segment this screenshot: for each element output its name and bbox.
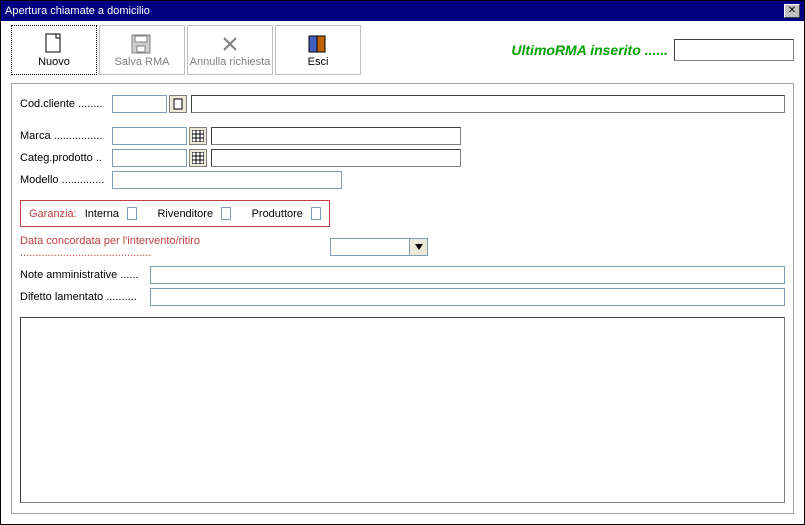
- date-input[interactable]: [330, 238, 410, 256]
- grid-icon: [192, 152, 204, 164]
- categ-input[interactable]: [112, 149, 187, 167]
- salva-rma-label: Salva RMA: [114, 56, 169, 68]
- titlebar: Apertura chiamate a domicilio ✕: [1, 1, 804, 21]
- marca-lookup-button[interactable]: [189, 127, 207, 145]
- row-difetto: Difetto lamentato ..........: [20, 287, 785, 307]
- garanzia-produttore-checkbox[interactable]: [311, 207, 321, 220]
- save-icon: [130, 32, 154, 56]
- row-marca: Marca ................: [20, 126, 785, 146]
- details-textarea[interactable]: [20, 317, 785, 503]
- cod-cliente-lookup-button[interactable]: [169, 95, 187, 113]
- main-window: Apertura chiamate a domicilio ✕ Nuovo Sa…: [0, 0, 805, 525]
- row-categ: Categ.prodotto ..: [20, 148, 785, 168]
- row-modello: Modello ..............: [20, 170, 785, 190]
- marca-desc: [211, 127, 461, 145]
- date-label: Data concordata per l'intervento/ritiro …: [20, 235, 330, 259]
- annulla-label: Annulla richiesta: [190, 56, 271, 68]
- modello-label: Modello ..............: [20, 174, 112, 186]
- close-icon: ✕: [788, 5, 796, 16]
- marca-label: Marca ................: [20, 130, 112, 142]
- categ-desc: [211, 149, 461, 167]
- garanzia-interna-label: Interna: [85, 208, 119, 220]
- nuovo-button[interactable]: Nuovo: [11, 25, 97, 75]
- ultimo-rma-value: [674, 39, 794, 61]
- note-amm-input[interactable]: [150, 266, 785, 284]
- note-amm-label: Note amministrative ......: [20, 269, 150, 281]
- esci-label: Esci: [308, 56, 329, 68]
- cod-cliente-desc: [191, 95, 785, 113]
- grid-icon: [192, 130, 204, 142]
- garanzia-interna-checkbox[interactable]: [127, 207, 137, 220]
- cancel-icon: [218, 32, 242, 56]
- row-cod-cliente: Cod.cliente ........: [20, 94, 785, 114]
- modello-input[interactable]: [112, 171, 342, 189]
- content-frame: Cod.cliente ........ Marca .............…: [11, 83, 794, 514]
- close-button[interactable]: ✕: [784, 4, 800, 18]
- nuovo-label: Nuovo: [38, 56, 70, 68]
- ultimo-rma-label: UltimoRMA inserito ......: [511, 42, 668, 58]
- document-icon: [173, 98, 183, 110]
- toolbar: Nuovo Salva RMA Annulla richiesta Esci U…: [1, 21, 804, 79]
- garanzia-produttore-label: Produttore: [252, 208, 303, 220]
- esci-button[interactable]: Esci: [275, 25, 361, 75]
- date-dropdown-button[interactable]: [410, 238, 428, 256]
- categ-lookup-button[interactable]: [189, 149, 207, 167]
- window-title: Apertura chiamate a domicilio: [5, 1, 150, 21]
- garanzia-rivenditore-label: Rivenditore: [157, 208, 213, 220]
- annulla-richiesta-button[interactable]: Annulla richiesta: [187, 25, 273, 75]
- salva-rma-button[interactable]: Salva RMA: [99, 25, 185, 75]
- difetto-label: Difetto lamentato ..........: [20, 291, 150, 303]
- cod-cliente-input[interactable]: [112, 95, 167, 113]
- categ-label: Categ.prodotto ..: [20, 152, 112, 164]
- new-document-icon: [42, 32, 66, 56]
- row-note-amm: Note amministrative ......: [20, 265, 785, 285]
- difetto-input[interactable]: [150, 288, 785, 306]
- marca-input[interactable]: [112, 127, 187, 145]
- garanzia-rivenditore-checkbox[interactable]: [221, 207, 231, 220]
- cod-cliente-label: Cod.cliente ........: [20, 98, 112, 110]
- chevron-down-icon: [415, 244, 423, 250]
- garanzia-title: Garanzia:: [29, 208, 77, 220]
- row-date: Data concordata per l'intervento/ritiro …: [20, 237, 785, 257]
- garanzia-group: Garanzia: Interna Rivenditore Produttore: [20, 200, 330, 227]
- exit-icon: [306, 32, 330, 56]
